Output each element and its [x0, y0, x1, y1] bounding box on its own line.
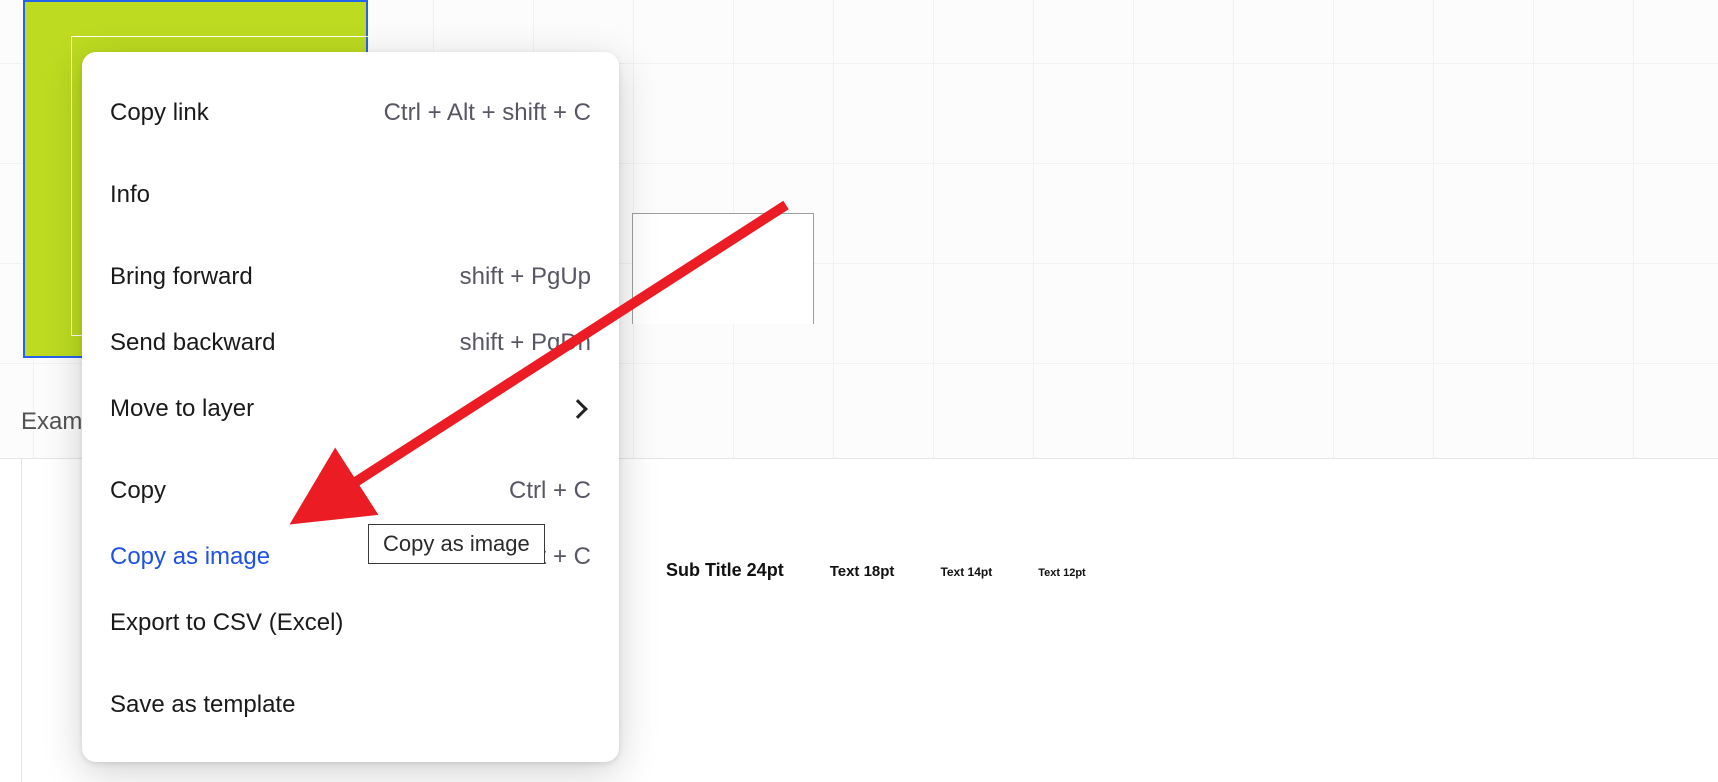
menu-item-move-to-layer[interactable]: Move to layer: [82, 376, 619, 442]
menu-item-send-backward[interactable]: Send backward shift + PgDn: [82, 310, 619, 376]
menu-item-label: Copy: [110, 477, 166, 505]
menu-item-info[interactable]: Info: [82, 162, 619, 228]
lower-small-box: [632, 213, 814, 324]
menu-separator-gap: [82, 442, 619, 458]
menu-separator-gap: [82, 228, 619, 244]
menu-item-shortcut: shift + PgDn: [460, 329, 591, 357]
menu-item-shortcut: Ctrl + C: [509, 477, 591, 505]
menu-separator-gap: [82, 656, 619, 672]
sample-text-12: Text 12pt: [1038, 567, 1085, 579]
chevron-right-icon: [568, 399, 588, 419]
menu-item-export-to-csv-excel[interactable]: Export to CSV (Excel): [82, 590, 619, 656]
menu-item-label: Save as template: [110, 691, 295, 719]
menu-item-label: Copy link: [110, 99, 209, 127]
menu-item-copy-link[interactable]: Copy link Ctrl + Alt + shift + C: [82, 80, 619, 146]
tooltip: Copy as image: [368, 524, 545, 564]
menu-item-label: Send backward: [110, 329, 275, 357]
canvas-item-label: Exam: [21, 408, 82, 436]
sample-subtitle-24: Sub Title 24pt: [666, 560, 784, 581]
menu-item-shortcut: shift + PgUp: [460, 263, 591, 291]
menu-item-label: Move to layer: [110, 395, 254, 423]
sample-text-14: Text 14pt: [940, 565, 992, 579]
menu-item-bring-forward[interactable]: Bring forward shift + PgUp: [82, 244, 619, 310]
menu-item-label: Copy as image: [110, 543, 270, 571]
text-style-samples: Sub Title 24pt Text 18pt Text 14pt Text …: [666, 560, 1086, 581]
menu-item-label: Info: [110, 181, 150, 209]
menu-item-label: Export to CSV (Excel): [110, 609, 343, 637]
sample-text-18: Text 18pt: [830, 563, 895, 580]
menu-separator-gap: [82, 146, 619, 162]
menu-item-label: Bring forward: [110, 263, 253, 291]
context-menu: Copy link Ctrl + Alt + shift + C Info Bring…: [82, 52, 619, 762]
menu-item-shortcut: Ctrl + Alt + shift + C: [384, 99, 591, 127]
menu-item-copy[interactable]: Copy Ctrl + C: [82, 458, 619, 524]
menu-item-save-as-template[interactable]: Save as template: [82, 672, 619, 738]
